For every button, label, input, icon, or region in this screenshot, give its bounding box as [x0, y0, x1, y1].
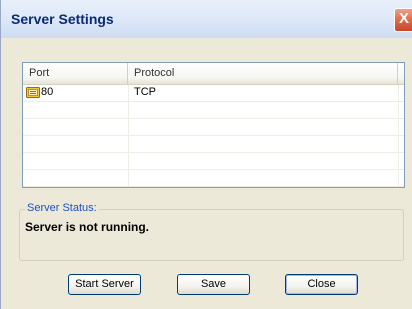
server-status-label: Server Status: — [25, 202, 99, 214]
port-value: 80 — [41, 86, 54, 98]
server-status-group: Server Status: Server is not running. — [19, 202, 404, 261]
column-header-port[interactable]: Port — [23, 63, 128, 84]
port-cell: 80 — [23, 85, 129, 101]
table-row[interactable]: 80 TCP — [23, 85, 404, 102]
server-status-text: Server is not running. — [25, 220, 150, 234]
start-server-button[interactable]: Start Server — [68, 274, 141, 295]
table-row-empty — [23, 102, 404, 119]
close-window-button[interactable]: X — [394, 8, 412, 32]
table-row-empty — [23, 119, 404, 136]
protocol-value: TCP — [134, 86, 156, 98]
title-bar[interactable]: Server Settings X — [1, 0, 412, 38]
close-button[interactable]: Close — [285, 274, 358, 295]
table-row-empty — [23, 170, 404, 187]
column-header-protocol[interactable]: Protocol — [128, 63, 398, 84]
ports-list-header: Port Protocol — [23, 63, 404, 85]
server-settings-window: Server Settings X Port Protocol 80 TCP S… — [0, 0, 412, 309]
window-title: Server Settings — [11, 11, 114, 27]
ports-list-rows: 80 TCP — [23, 85, 404, 187]
protocol-cell: TCP — [128, 85, 399, 101]
close-icon: X — [398, 10, 409, 27]
table-row-empty — [23, 136, 404, 153]
table-row-empty — [23, 153, 404, 170]
network-port-icon — [26, 87, 40, 98]
save-button[interactable]: Save — [177, 274, 250, 295]
ports-list[interactable]: Port Protocol 80 TCP — [22, 62, 405, 188]
